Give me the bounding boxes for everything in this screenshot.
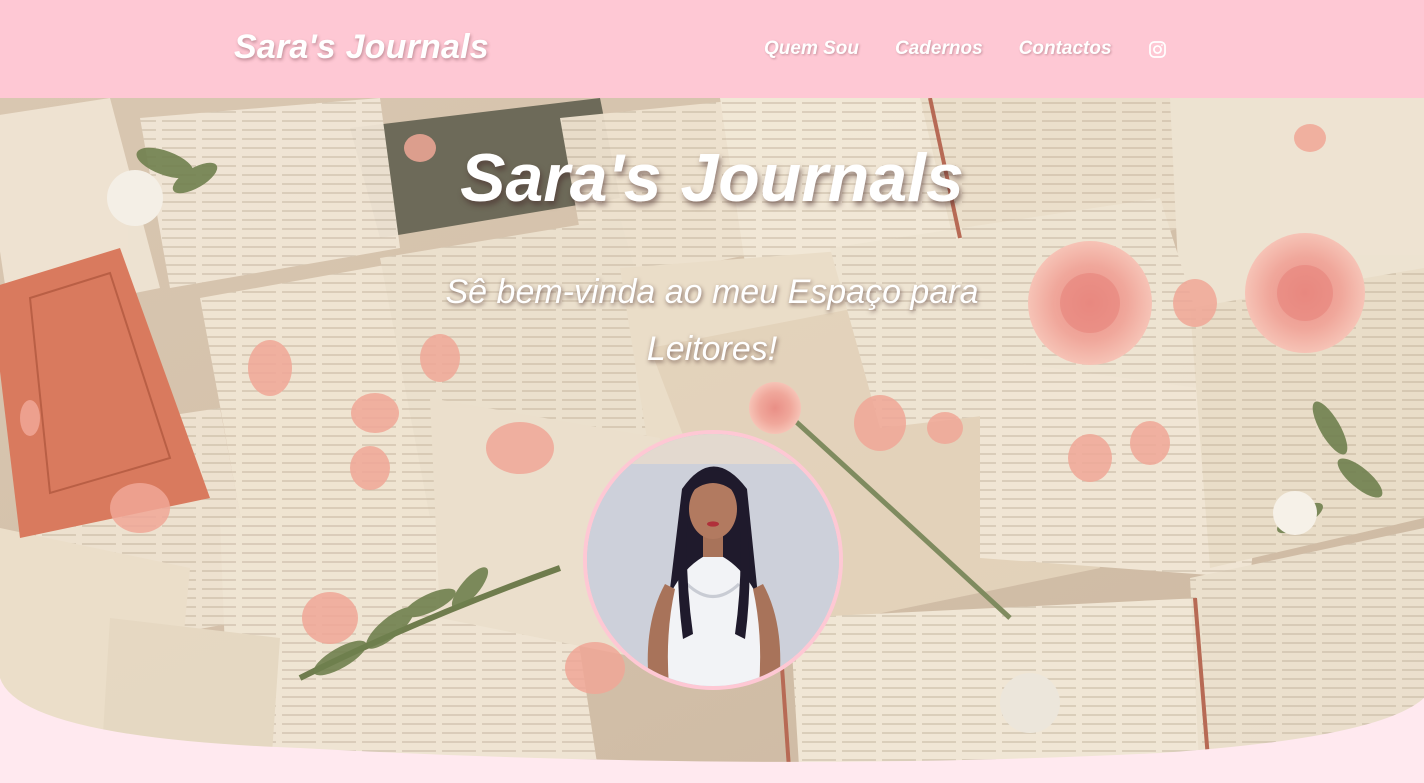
instagram-link[interactable] xyxy=(1148,39,1168,59)
instagram-icon xyxy=(1149,40,1166,58)
nav-link-contactos[interactable]: Contactos xyxy=(1019,37,1112,61)
profile-photo-illustration xyxy=(587,434,839,686)
profile-photo xyxy=(583,430,843,690)
nav-link-cadernos[interactable]: Cadernos xyxy=(895,37,983,61)
hero-title: Sara's Journals xyxy=(460,140,964,216)
site-header: Sara's Journals Quem Sou Cadernos Contac… xyxy=(0,0,1424,98)
hero-section: Sara's Journals Sê bem-vinda ao meu Espa… xyxy=(0,98,1424,783)
brand-logo-link[interactable]: Sara's Journals xyxy=(234,28,489,67)
main-nav: Quem Sou Cadernos Contactos xyxy=(764,37,1168,61)
nav-link-quem-sou[interactable]: Quem Sou xyxy=(764,37,859,61)
hero-subtitle: Sê bem-vinda ao meu Espaço para Leitores… xyxy=(445,273,979,368)
